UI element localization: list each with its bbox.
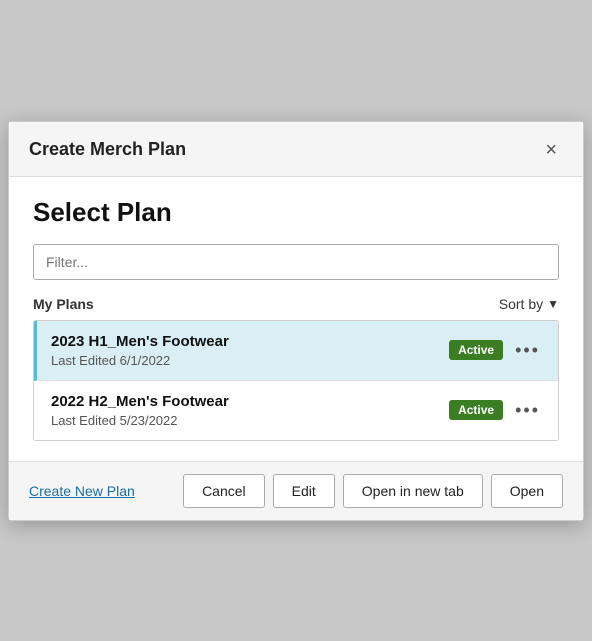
more-options-button[interactable]: ••• xyxy=(511,339,544,361)
modal-footer: Create New Plan Cancel Edit Open in new … xyxy=(9,461,583,520)
plans-label: My Plans xyxy=(33,296,94,312)
chevron-down-icon: ▼ xyxy=(547,297,559,311)
plan-actions: Active ••• xyxy=(449,339,544,361)
plan-item[interactable]: 2022 H2_Men's Footwear Last Edited 5/23/… xyxy=(34,381,558,440)
plan-date: Last Edited 6/1/2022 xyxy=(51,353,449,368)
plan-info: 2023 H1_Men's Footwear Last Edited 6/1/2… xyxy=(51,333,449,368)
cancel-button[interactable]: Cancel xyxy=(183,474,265,508)
footer-buttons: Cancel Edit Open in new tab Open xyxy=(183,474,563,508)
filter-input[interactable] xyxy=(33,244,559,280)
plan-item[interactable]: 2023 H1_Men's Footwear Last Edited 6/1/2… xyxy=(34,321,558,381)
section-title: Select Plan xyxy=(33,197,559,228)
plan-info: 2022 H2_Men's Footwear Last Edited 5/23/… xyxy=(51,393,449,428)
modal-title: Create Merch Plan xyxy=(29,139,186,160)
open-in-new-tab-button[interactable]: Open in new tab xyxy=(343,474,483,508)
open-button[interactable]: Open xyxy=(491,474,563,508)
plan-date: Last Edited 5/23/2022 xyxy=(51,413,449,428)
sort-by-button[interactable]: Sort by ▼ xyxy=(499,296,559,312)
modal: Create Merch Plan × Select Plan My Plans… xyxy=(8,121,584,521)
close-button[interactable]: × xyxy=(539,138,563,162)
plans-header: My Plans Sort by ▼ xyxy=(33,296,559,312)
more-options-button[interactable]: ••• xyxy=(511,399,544,421)
plan-name: 2023 H1_Men's Footwear xyxy=(51,333,449,350)
active-badge: Active xyxy=(449,340,503,360)
create-new-plan-button[interactable]: Create New Plan xyxy=(29,483,135,499)
modal-header: Create Merch Plan × xyxy=(9,122,583,177)
plan-list: 2023 H1_Men's Footwear Last Edited 6/1/2… xyxy=(33,320,559,441)
active-badge: Active xyxy=(449,400,503,420)
plan-actions: Active ••• xyxy=(449,399,544,421)
edit-button[interactable]: Edit xyxy=(273,474,335,508)
plan-name: 2022 H2_Men's Footwear xyxy=(51,393,449,410)
modal-body: Select Plan My Plans Sort by ▼ 2023 H1_M… xyxy=(9,177,583,461)
sort-by-label: Sort by xyxy=(499,296,543,312)
